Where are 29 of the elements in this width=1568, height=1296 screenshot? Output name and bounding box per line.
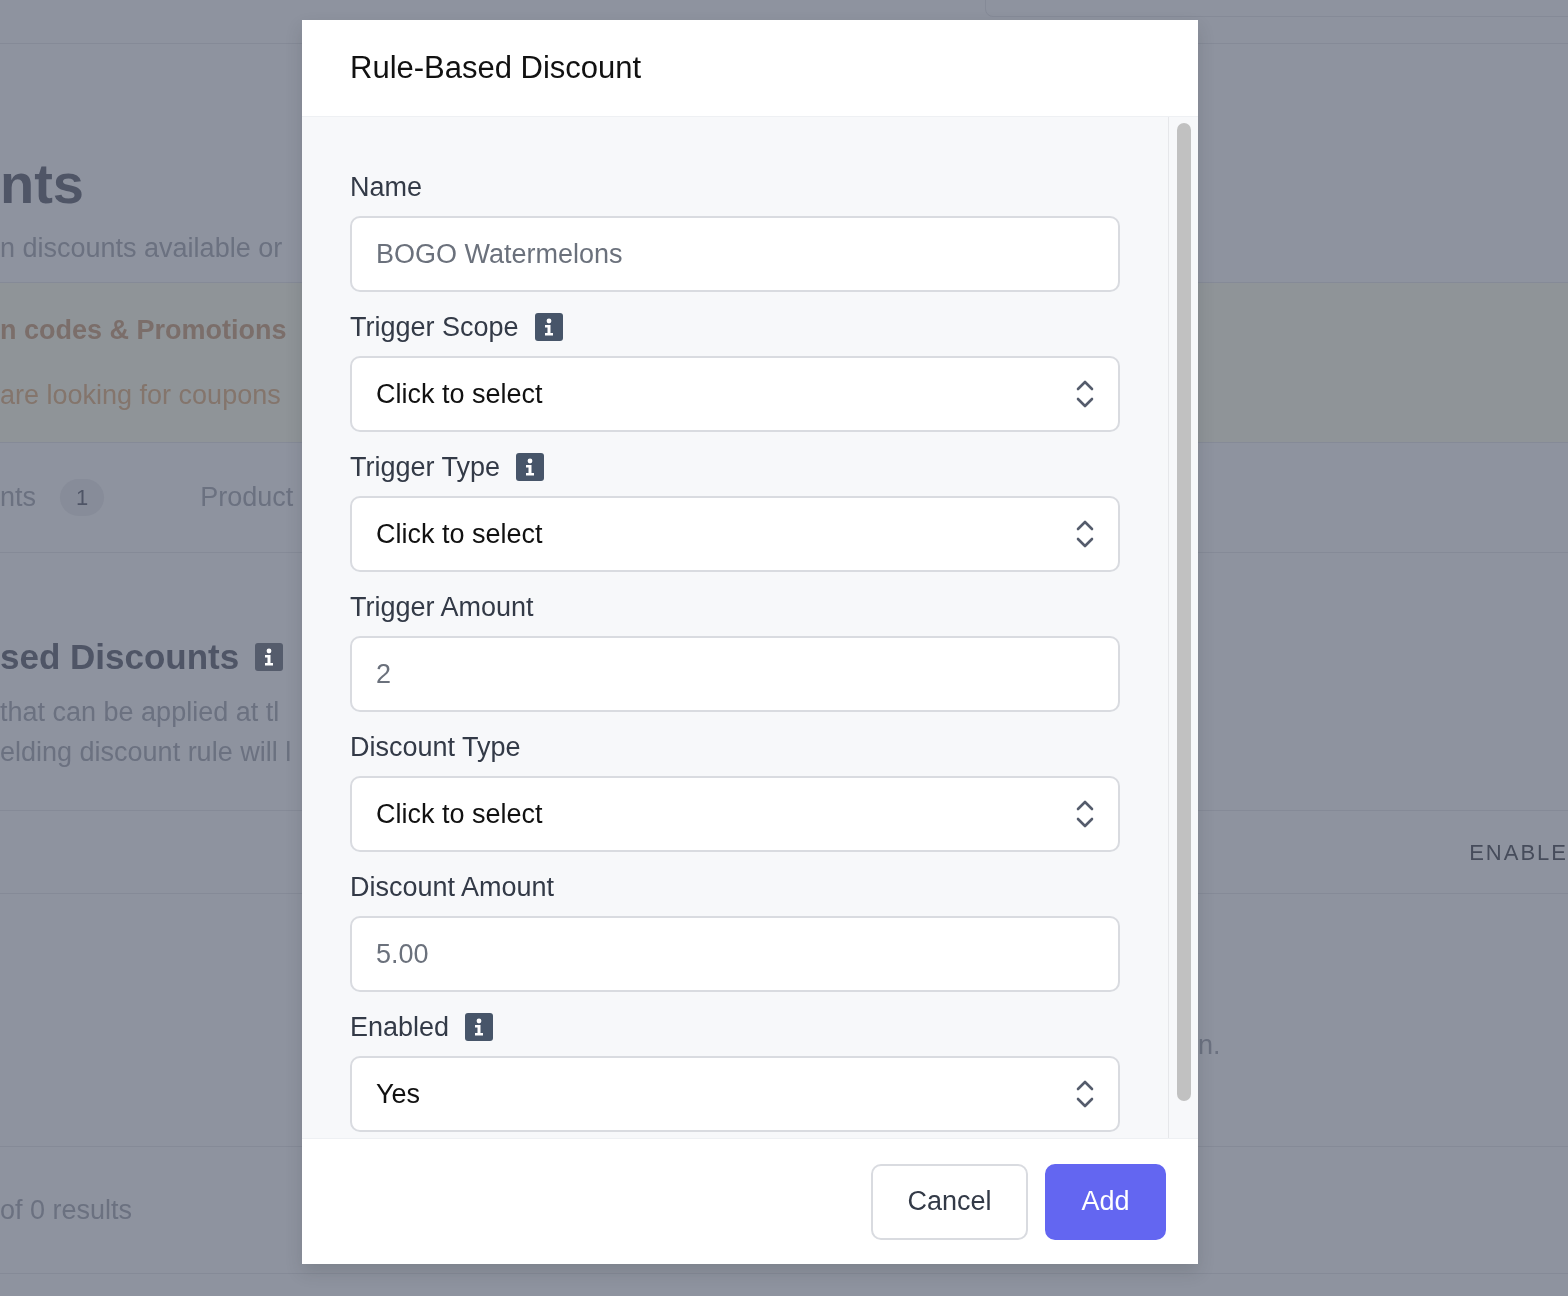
chevron-updown-icon	[1076, 799, 1094, 829]
input-field[interactable]: 5.00	[350, 916, 1120, 992]
field-label: Discount Type	[350, 730, 521, 764]
chevron-updown-icon	[1076, 1079, 1094, 1109]
field-label: Discount Amount	[350, 870, 555, 904]
add-button[interactable]: Add	[1045, 1163, 1166, 1240]
info-icon[interactable]	[465, 1013, 494, 1041]
info-icon[interactable]	[516, 453, 545, 481]
modal-title: Rule-Based Discount	[350, 48, 642, 87]
select-field[interactable]: Yes	[350, 1056, 1120, 1132]
section-title: sed Discounts	[0, 636, 240, 678]
field-label: Trigger Scope	[350, 310, 519, 344]
field-label: Trigger Amount	[350, 590, 534, 624]
field-label: Enabled	[350, 1010, 450, 1044]
input-field[interactable]: 2	[350, 636, 1120, 712]
chevron-updown-icon	[1076, 379, 1094, 409]
page-title: nts	[0, 155, 85, 212]
count-badge: 1	[60, 479, 105, 516]
chevron-updown-icon	[1076, 519, 1094, 549]
column-header: ENABLE	[1469, 838, 1568, 867]
cancel-button[interactable]: Cancel	[871, 1163, 1028, 1240]
field-label: Name	[350, 170, 423, 204]
select-field[interactable]: Click to select	[350, 496, 1120, 572]
field-label: Trigger Type	[350, 450, 501, 484]
input-field[interactable]: BOGO Watermelons	[350, 216, 1120, 292]
select-field[interactable]: Click to select	[350, 356, 1120, 432]
info-icon[interactable]	[534, 313, 563, 341]
info-icon[interactable]	[255, 643, 284, 672]
select-field[interactable]: Click to select	[350, 776, 1120, 852]
